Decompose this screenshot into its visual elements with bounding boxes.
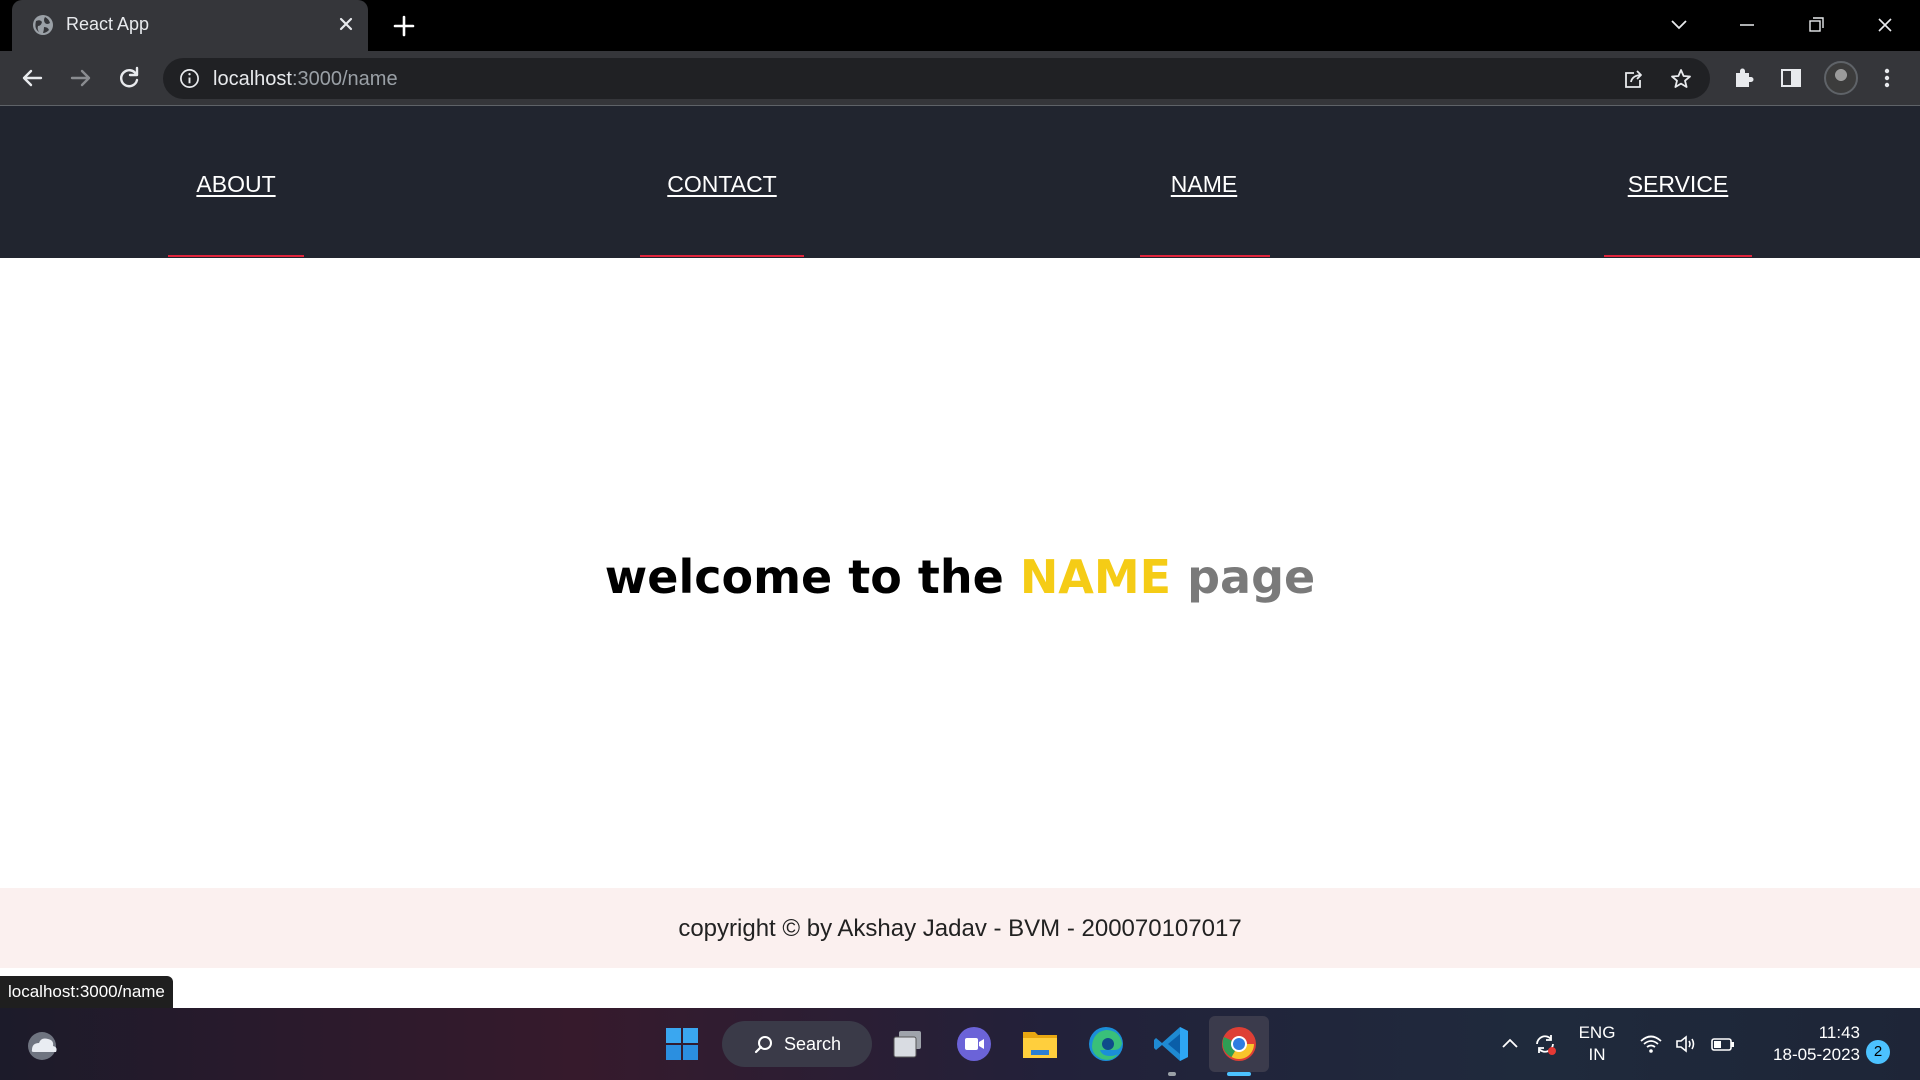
nav-link-name[interactable]: NAME xyxy=(1171,171,1237,198)
main-content: welcome to the NAME page xyxy=(0,258,1920,888)
welcome-heading: welcome to the NAME page xyxy=(0,550,1920,604)
sync-icon[interactable] xyxy=(1532,1032,1558,1056)
tab-search-chevron-icon[interactable] xyxy=(1664,10,1694,40)
clock-time: 11:43 xyxy=(1818,1023,1860,1042)
site-footer: copyright © by Akshay Jadav - BVM - 2000… xyxy=(0,888,1920,968)
weather-icon[interactable] xyxy=(20,1022,64,1066)
nav-link-contact[interactable]: CONTACT xyxy=(667,171,776,198)
browser-tab-strip: React App xyxy=(0,0,1920,51)
url-path: :3000/name xyxy=(291,68,398,90)
file-explorer-icon[interactable] xyxy=(1018,1022,1062,1066)
link-status-tooltip: localhost:3000/name xyxy=(0,976,173,1008)
welcome-prefix: welcome to the xyxy=(604,550,1004,604)
new-tab-icon[interactable] xyxy=(390,12,418,40)
language-indicator[interactable]: ENG IN xyxy=(1576,1022,1618,1066)
notification-count-badge[interactable]: 2 xyxy=(1866,1040,1890,1064)
taskbar-search-label: Search xyxy=(784,1034,842,1054)
profile-avatar[interactable] xyxy=(1824,61,1858,95)
nav-link-about[interactable]: ABOUT xyxy=(196,171,275,198)
task-view-icon[interactable] xyxy=(886,1022,930,1066)
back-icon[interactable] xyxy=(17,63,47,93)
nav-accent-name xyxy=(1140,255,1270,257)
url-text: localhost:3000/name xyxy=(213,68,398,91)
globe-icon xyxy=(33,15,53,35)
chrome-active-indicator xyxy=(1227,1072,1251,1076)
url-host: localhost xyxy=(213,68,292,90)
windows-taskbar: Search ENG IN 11:43 18-05-2023 2 xyxy=(0,1008,1920,1080)
vscode-running-indicator xyxy=(1168,1072,1176,1076)
language-region: IN xyxy=(1588,1045,1606,1064)
search-icon xyxy=(754,1036,772,1054)
copyright-text: copyright © by Akshay Jadav - BVM - 2000… xyxy=(678,915,1242,942)
chrome-icon[interactable] xyxy=(1217,1022,1261,1066)
taskbar-search[interactable]: Search xyxy=(722,1021,872,1067)
side-panel-icon[interactable] xyxy=(1776,63,1806,93)
restore-icon[interactable] xyxy=(1801,10,1831,40)
volume-icon[interactable] xyxy=(1674,1032,1700,1056)
chat-icon[interactable] xyxy=(952,1022,996,1066)
clock-date: 18-05-2023 xyxy=(1773,1045,1860,1064)
welcome-suffix: page xyxy=(1187,550,1316,604)
wifi-icon[interactable] xyxy=(1638,1032,1664,1056)
tab-title: React App xyxy=(66,14,150,34)
nav-accent-service xyxy=(1604,255,1752,257)
nav-link-service[interactable]: SERVICE xyxy=(1628,171,1729,198)
bookmark-star-icon[interactable] xyxy=(1669,67,1693,91)
nav-accent-about xyxy=(168,255,304,257)
battery-icon[interactable] xyxy=(1710,1032,1736,1056)
vscode-icon[interactable] xyxy=(1150,1022,1194,1066)
browser-tab-active[interactable]: React App xyxy=(12,0,368,51)
windows-start-icon[interactable] xyxy=(660,1022,704,1066)
share-icon[interactable] xyxy=(1621,67,1645,91)
address-bar[interactable]: localhost:3000/name xyxy=(163,58,1710,99)
minimize-icon[interactable] xyxy=(1732,10,1762,40)
reload-icon[interactable] xyxy=(114,63,144,93)
extensions-icon[interactable] xyxy=(1728,63,1758,93)
show-hidden-icons-chevron-icon[interactable] xyxy=(1497,1032,1523,1056)
more-menu-icon[interactable] xyxy=(1872,63,1902,93)
clock[interactable]: 11:43 18-05-2023 xyxy=(1750,1022,1860,1066)
site-info-icon[interactable] xyxy=(179,68,200,89)
browser-toolbar: localhost:3000/name xyxy=(0,51,1920,106)
edge-icon[interactable] xyxy=(1084,1022,1128,1066)
close-window-icon[interactable] xyxy=(1870,10,1900,40)
close-tab-icon[interactable] xyxy=(334,12,358,36)
language-code: ENG xyxy=(1578,1023,1616,1042)
welcome-highlight: NAME xyxy=(1019,550,1172,604)
site-navbar: ABOUT CONTACT NAME SERVICE xyxy=(0,106,1920,258)
nav-accent-contact xyxy=(640,255,804,257)
forward-icon[interactable] xyxy=(66,63,96,93)
